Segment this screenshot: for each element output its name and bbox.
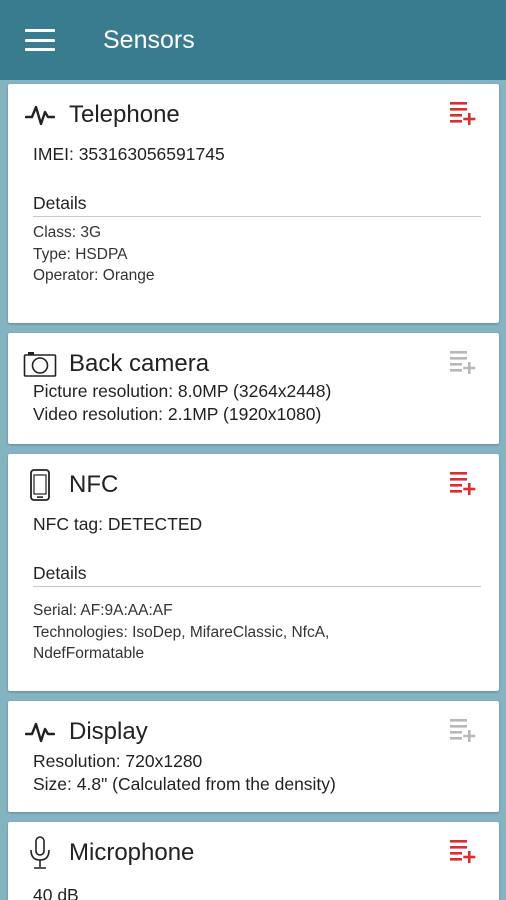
- add-to-list-icon[interactable]: [449, 348, 477, 376]
- sensor-card-back-camera: Back camera Picture resolution: 8.0MP (3…: [8, 333, 499, 444]
- detail-line: NdefFormatable: [33, 645, 145, 662]
- app-bar: Sensors: [0, 0, 506, 80]
- detail-line: Operator: Orange: [33, 267, 155, 284]
- card-title: Display: [69, 718, 148, 745]
- camera-icon: [23, 347, 57, 381]
- info-line: Picture resolution: 8.0MP (3264x2448): [33, 381, 332, 401]
- nfc-tag-status: NFC tag: DETECTED: [33, 514, 203, 534]
- phone-icon: [23, 468, 57, 502]
- menu-icon[interactable]: [25, 29, 55, 51]
- card-title: Microphone: [69, 839, 195, 866]
- sensor-card-telephone: Telephone IMEI: 353163056591745 Details …: [8, 84, 499, 323]
- decibel-value: 40 dB: [33, 885, 79, 900]
- app-title: Sensors: [103, 25, 195, 54]
- microphone-icon: [23, 836, 57, 870]
- detail-line: Class: 3G: [33, 224, 102, 241]
- add-to-list-icon[interactable]: [449, 99, 477, 127]
- detail-line: Serial: AF:9A:AA:AF: [33, 602, 173, 619]
- divider: [33, 586, 481, 587]
- detail-line: Technologies: IsoDep, MifareClassic, Nfc…: [33, 623, 330, 641]
- card-title: NFC: [69, 471, 119, 498]
- info-line: Video resolution: 2.1MP (1920x1080): [33, 404, 322, 424]
- card-title: Back camera: [69, 350, 210, 377]
- sensor-card-nfc: NFC NFC tag: DETECTED Details Serial: AF…: [8, 454, 499, 691]
- add-to-list-icon[interactable]: [449, 469, 477, 497]
- detail-line: Type: HSDPA: [33, 245, 128, 263]
- card-title: Telephone: [69, 101, 180, 128]
- add-to-list-icon[interactable]: [449, 716, 477, 744]
- details-label: Details: [33, 563, 87, 583]
- sensor-card-microphone: Microphone 40 dB: [8, 822, 499, 900]
- divider: [33, 216, 481, 217]
- pulse-icon: [23, 98, 57, 132]
- details-label: Details: [33, 193, 87, 213]
- info-line: Size: 4.8" (Calculated from the density): [33, 774, 336, 794]
- pulse-icon: [23, 715, 57, 749]
- add-to-list-icon[interactable]: [449, 837, 477, 865]
- sensor-card-display: Display Resolution: 720x1280 Size: 4.8" …: [8, 701, 499, 812]
- info-line: Resolution: 720x1280: [33, 751, 203, 771]
- imei-value: IMEI: 353163056591745: [33, 144, 225, 164]
